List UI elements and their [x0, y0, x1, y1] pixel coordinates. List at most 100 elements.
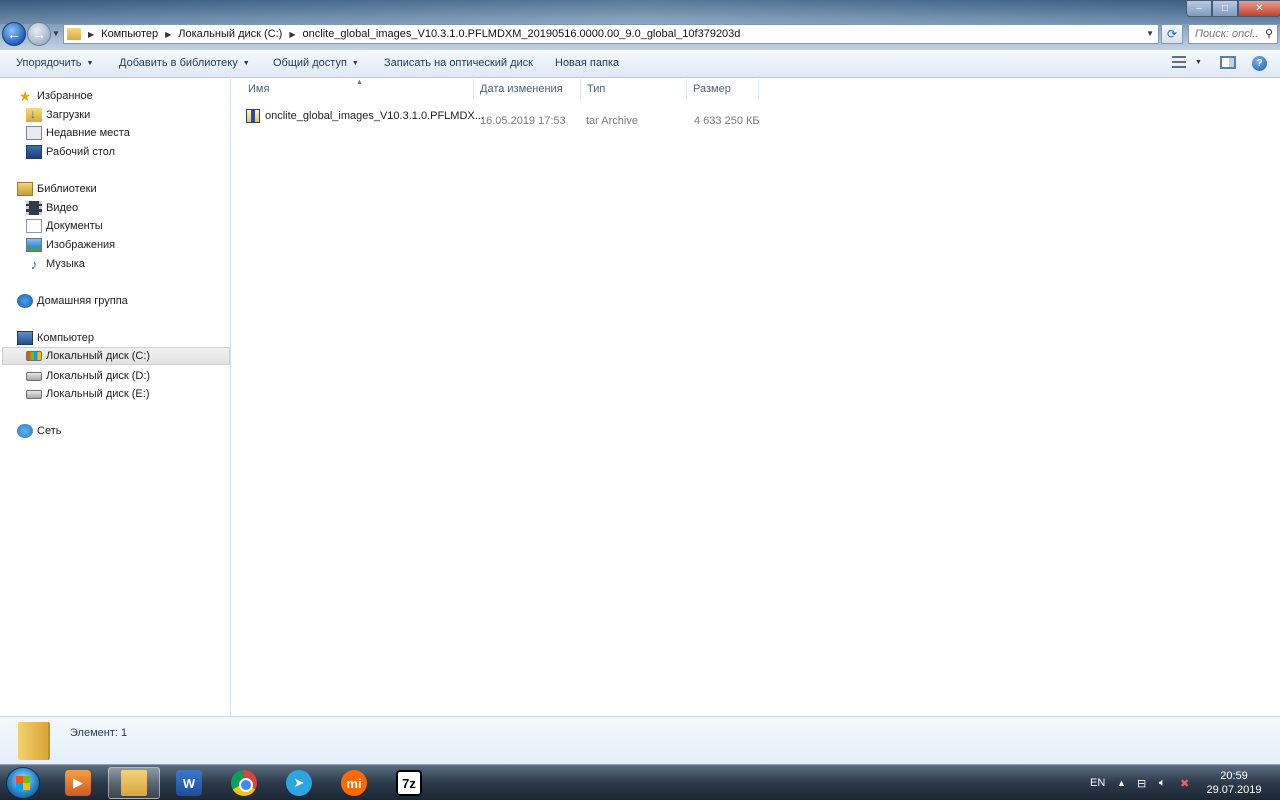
media-player-icon: ▶ [65, 770, 91, 796]
speaker-icon: 🔈︎ [1159, 776, 1166, 789]
chevron-down-icon: ▼ [1195, 58, 1202, 66]
share-button[interactable]: Общий доступ ▼ [273, 57, 359, 69]
refresh-button[interactable]: ⟳ [1161, 24, 1183, 44]
tray-network[interactable]: ✖ [1180, 765, 1189, 800]
details-pane: Элемент: 1 [0, 716, 1280, 764]
address-dropdown-icon[interactable]: ▼ [1146, 29, 1154, 38]
nav-disk-d[interactable]: Локальный диск (D:) [26, 367, 150, 385]
nav-documents[interactable]: Документы [26, 217, 103, 235]
taskbar-chrome[interactable] [218, 767, 270, 799]
new-folder-button[interactable]: Новая папка [555, 57, 619, 69]
language-indicator[interactable]: EN [1090, 765, 1105, 800]
music-icon: ♪ [30, 256, 38, 272]
nav-label: Рабочий стол [46, 146, 116, 158]
clock-time: 20:59 [1220, 770, 1248, 782]
mi-icon: mi [341, 770, 367, 796]
nav-favorites[interactable]: ★ Избранное [17, 87, 93, 105]
address-bar[interactable]: ▶ Компьютер ▶ Локальный диск (C:) ▶ oncl… [63, 24, 1159, 44]
network-icon [17, 424, 33, 438]
search-icon[interactable]: ⚲ [1265, 27, 1273, 40]
back-button[interactable]: ← [2, 22, 26, 46]
folder-icon [67, 28, 81, 40]
title-bar: – □ ✕ ← → ▼ ▶ Компьютер ▶ Локальный диск… [0, 0, 1280, 50]
taskbar-7zip[interactable]: 7z [383, 767, 435, 799]
nav-label: Сеть [37, 425, 62, 437]
preview-pane-button[interactable] [1220, 56, 1236, 69]
chevron-up-icon: ▲ [1117, 778, 1126, 788]
breadcrumb-computer[interactable]: Компьютер [101, 28, 158, 40]
preview-pane-icon [1220, 56, 1236, 69]
nav-libraries[interactable]: Библиотеки [17, 180, 97, 198]
nav-network[interactable]: Сеть [17, 422, 61, 440]
chevron-right-icon[interactable]: ▶ [165, 30, 171, 39]
chevron-down-icon: ▼ [242, 59, 250, 67]
burn-button[interactable]: Записать на оптический диск [384, 57, 533, 69]
nav-desktop[interactable]: Рабочий стол [26, 143, 115, 161]
start-button[interactable] [6, 767, 40, 799]
recent-pages-dropdown[interactable]: ▼ [52, 29, 60, 38]
search-input[interactable] [1195, 28, 1257, 40]
taskbar-telegram[interactable]: ➤ [273, 767, 325, 799]
breadcrumb-current-folder[interactable]: onclite_global_images_V10.3.1.0.PFLMDXM_… [303, 28, 741, 40]
nav-label: Загрузки [46, 109, 91, 121]
video-icon [26, 201, 42, 215]
taskbar-mi[interactable]: mi [328, 767, 380, 799]
column-header-modified[interactable]: Дата изменения [474, 79, 581, 99]
breadcrumb-disk-c[interactable]: Локальный диск (C:) [178, 28, 282, 40]
tray-device-icon[interactable]: ⊟ [1137, 765, 1146, 800]
nav-music[interactable]: ♪ Музыка [26, 255, 85, 273]
column-header-size[interactable]: Размер [687, 79, 759, 99]
nav-homegroup[interactable]: Домашняя группа [17, 292, 128, 310]
chevron-right-icon[interactable]: ▶ [289, 30, 295, 39]
usb-device-icon: ⊟ [1137, 777, 1147, 790]
taskbar: ▶ W ➤ mi 7z EN ▲ ⊟ 🔈︎ ✖ 20:59 29.07.2019 [0, 764, 1280, 800]
maximize-button[interactable]: □ [1212, 0, 1238, 17]
view-options-icon [1172, 56, 1186, 68]
network-error-icon: ✖ [1180, 777, 1190, 790]
arrow-right-icon: → [32, 26, 46, 42]
refresh-icon: ⟳ [1166, 27, 1178, 41]
nav-video[interactable]: Видео [26, 199, 78, 217]
add-to-library-button[interactable]: Добавить в библиотеку ▼ [119, 57, 250, 69]
star-icon: ★ [18, 88, 32, 104]
nav-recent-places[interactable]: Недавние места [26, 124, 130, 142]
table-row[interactable]: onclite_global_images_V10.3.1.0.PFLMDX..… [246, 107, 484, 125]
column-label: Имя [248, 83, 270, 95]
column-header-type[interactable]: Тип [581, 79, 687, 99]
nav-label: Локальный диск (D:) [46, 370, 151, 382]
file-modified: 16.05.2019 17:53 [480, 115, 566, 127]
search-box[interactable]: ⚲ [1188, 24, 1278, 44]
chrome-icon [231, 770, 257, 796]
nav-label: Домашняя группа [37, 295, 128, 307]
nav-label: Документы [46, 220, 103, 232]
taskbar-media-player[interactable]: ▶ [52, 767, 104, 799]
organize-label: Упорядочить [16, 57, 82, 69]
downloads-icon [26, 107, 42, 122]
change-view-button[interactable]: ▼ [1172, 56, 1202, 68]
help-button[interactable]: ? [1252, 56, 1267, 71]
minimize-button[interactable]: – [1186, 0, 1212, 17]
tray-volume[interactable]: 🔈︎ [1159, 765, 1166, 800]
nav-disk-c[interactable]: Локальный диск (C:) [2, 347, 230, 365]
close-button[interactable]: ✕ [1238, 0, 1280, 17]
taskbar-word[interactable]: W [163, 767, 215, 799]
desktop-background-strip [0, 0, 1280, 24]
forward-button[interactable]: → [27, 22, 51, 46]
nav-computer[interactable]: Компьютер [17, 329, 94, 347]
file-type: tar Archive [586, 115, 638, 127]
taskbar-explorer[interactable] [108, 767, 160, 799]
chevron-down-icon: ▼ [86, 59, 94, 67]
organize-button[interactable]: Упорядочить ▼ [16, 57, 93, 69]
telegram-icon: ➤ [286, 770, 312, 796]
chevron-down-icon: ▼ [351, 59, 359, 67]
nav-label: Изображения [46, 239, 116, 251]
nav-downloads[interactable]: Загрузки [26, 106, 90, 124]
nav-disk-e[interactable]: Локальный диск (E:) [26, 385, 150, 403]
new-folder-label: Новая папка [555, 57, 620, 69]
documents-icon [26, 219, 42, 233]
show-hidden-icons-button[interactable]: ▲ [1117, 765, 1126, 800]
language-label: EN [1090, 777, 1106, 789]
clock[interactable]: 20:59 29.07.2019 [1202, 769, 1266, 797]
chevron-right-icon[interactable]: ▶ [88, 30, 94, 39]
nav-pictures[interactable]: Изображения [26, 236, 115, 254]
